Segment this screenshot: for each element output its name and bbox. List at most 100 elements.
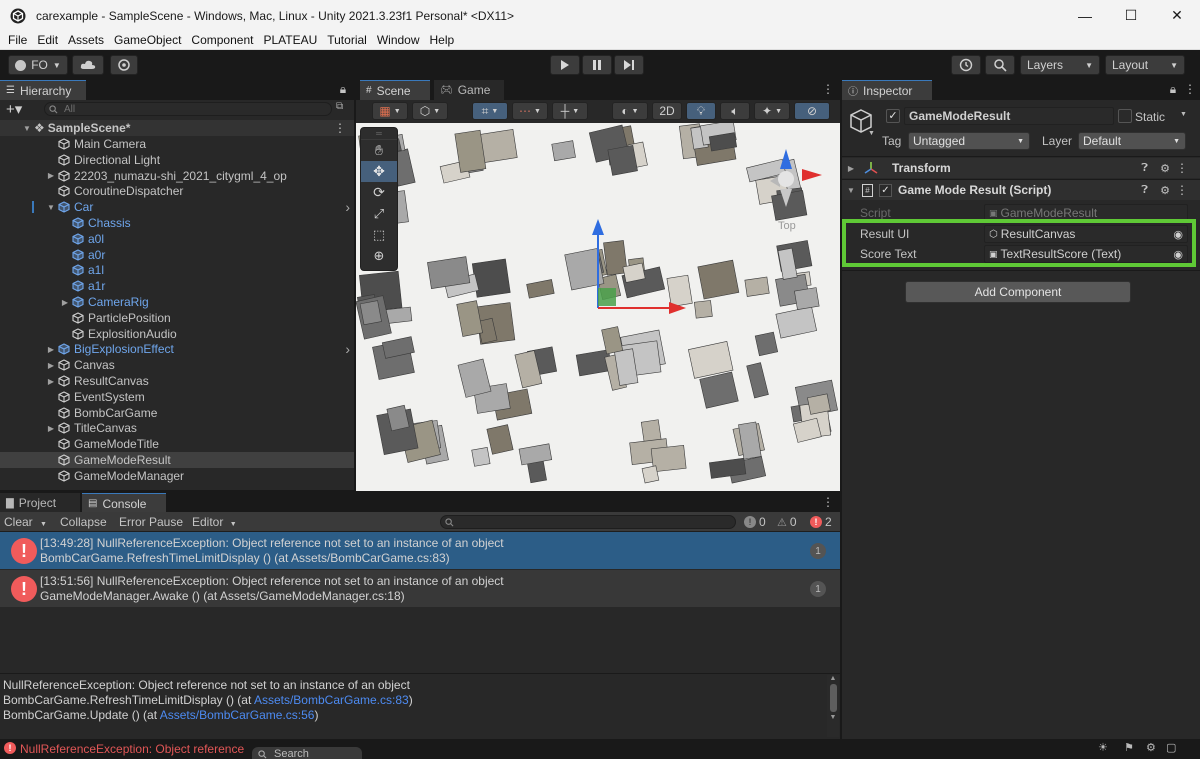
collab-button[interactable]	[110, 55, 138, 75]
info-filter-toggle[interactable]: ! 0	[744, 515, 766, 529]
render-mode-dropdown[interactable]: ◐ ▼	[612, 102, 648, 120]
score-text-field[interactable]: ▣ TextResultScore (Text) ◉	[984, 245, 1188, 263]
more-icon[interactable]: ⋮	[822, 82, 834, 96]
more-icon[interactable]: ⋮	[334, 121, 346, 135]
hierarchy-item[interactable]: GameModeResult	[0, 452, 354, 468]
warning-filter-toggle[interactable]: ⚠ 0	[777, 515, 797, 529]
clear-button[interactable]: Clear ▼	[4, 515, 47, 529]
fold-open-icon[interactable]: ▼	[46, 203, 56, 212]
tab-hierarchy[interactable]: ☰ Hierarchy	[0, 80, 86, 100]
hierarchy-item[interactable]: BombCarGame	[0, 405, 354, 421]
transform-header[interactable]: ▶ Transform ❓︎ ⚙︎ ⋮	[842, 158, 1200, 178]
menu-help[interactable]: Help	[430, 33, 455, 47]
status-message[interactable]: NullReferenceException: Object reference	[20, 742, 244, 756]
hierarchy-item[interactable]: EventSystem	[0, 389, 354, 405]
audio-toggle[interactable]: 🔈︎	[720, 102, 750, 120]
hierarchy-item[interactable]: ▼ Car ›	[0, 199, 354, 215]
fold-closed-icon[interactable]: ▶	[46, 345, 56, 354]
more-icon[interactable]: ⋮	[1184, 82, 1196, 96]
search-button[interactable]	[985, 55, 1015, 75]
menu-gameobject[interactable]: GameObject	[114, 33, 181, 47]
fold-closed-icon[interactable]: ▶	[46, 361, 56, 370]
help-icon[interactable]: ❓︎	[1141, 184, 1148, 197]
hierarchy-item[interactable]: ▶ CameraRig	[0, 294, 354, 310]
move-tool-icon[interactable]: ✥	[361, 161, 397, 182]
hierarchy-search-input[interactable]: All	[44, 102, 332, 116]
menu-plateau[interactable]: PLATEAU	[263, 33, 317, 47]
rotate-tool-icon[interactable]: ⟳	[361, 182, 397, 203]
fold-closed-icon[interactable]: ▶	[46, 377, 56, 386]
component-enabled-checkbox[interactable]: ✓	[879, 183, 892, 197]
add-button[interactable]: +▾	[6, 100, 22, 118]
hierarchy-item[interactable]: Directional Light	[0, 152, 354, 168]
menu-file[interactable]: File	[8, 33, 27, 47]
hierarchy-item[interactable]: ▶ TitleCanvas	[0, 420, 354, 436]
hierarchy-item[interactable]: a0l	[0, 231, 354, 247]
hierarchy-scene-root[interactable]: ▼ ❖ SampleScene* ⋮	[0, 120, 354, 136]
component-header[interactable]: ▼ # ✓ Game Mode Result (Script) ❓︎ ⚙︎ ⋮	[842, 180, 1200, 200]
tab-game[interactable]: 🎮︎ Game	[434, 80, 504, 100]
console-entry[interactable]: ! [13:49:28] NullReferenceException: Obj…	[0, 532, 840, 569]
fold-closed-icon[interactable]: ▶	[46, 424, 56, 433]
tab-scene[interactable]: # Scene	[360, 80, 430, 100]
detail-scrollbar[interactable]: ▲ ▼	[827, 675, 839, 737]
history-button[interactable]	[951, 55, 981, 75]
status-search[interactable]: Search	[252, 747, 362, 759]
object-name-field[interactable]: GameModeResult	[904, 107, 1114, 125]
menu-edit[interactable]: Edit	[37, 33, 58, 47]
more-icon[interactable]: ⋮	[1176, 161, 1188, 175]
hierarchy-item[interactable]: ▶ Canvas	[0, 357, 354, 373]
fold-closed-icon[interactable]: ▶	[60, 298, 70, 307]
inspector-lock-icon[interactable]: 🔒︎	[1168, 82, 1178, 97]
tab-inspector[interactable]: ⓘ Inspector	[842, 80, 932, 100]
preset-icon[interactable]: ⚙︎	[1160, 162, 1170, 175]
shading-dropdown[interactable]: ⬡ ▼	[412, 102, 448, 120]
error-filter-toggle[interactable]: ! 2	[810, 515, 832, 529]
layer-dropdown[interactable]: Default ▼	[1078, 132, 1186, 150]
hierarchy-item[interactable]: a1r	[0, 278, 354, 294]
more-icon[interactable]: ⋮	[1176, 183, 1188, 197]
chevron-down-icon[interactable]: ▼	[868, 130, 875, 137]
scroll-up-icon[interactable]: ▲	[827, 675, 839, 682]
console-entry[interactable]: ! [13:51:56] NullReferenceException: Obj…	[0, 570, 840, 607]
increment-snap-dropdown[interactable]: ┼ ▼	[552, 102, 588, 120]
hierarchy-item[interactable]: ▶ 22203_numazu-shi_2021_citygml_4_op	[0, 168, 354, 184]
chevron-down-icon[interactable]: ▼	[1180, 111, 1187, 118]
hierarchy-item[interactable]: CoroutineDispatcher	[0, 183, 354, 199]
source-link[interactable]: Assets/BombCarGame.cs:56	[160, 708, 315, 722]
tag-dropdown[interactable]: Untagged ▼	[908, 132, 1030, 150]
help-icon[interactable]: ❓︎	[1141, 162, 1148, 175]
orientation-gizmo[interactable]: Top	[764, 145, 828, 233]
hierarchy-item[interactable]: GameModeTitle	[0, 436, 354, 452]
static-checkbox[interactable]	[1118, 109, 1132, 123]
draw-mode-dropdown[interactable]: ▦ ▼	[372, 102, 408, 120]
scale-tool-icon[interactable]: ⤢	[361, 203, 397, 224]
close-button[interactable]: ✕	[1154, 0, 1200, 31]
add-component-button[interactable]: Add Component	[905, 281, 1131, 303]
hierarchy-item[interactable]: ▶ ResultCanvas	[0, 373, 354, 389]
tab-project[interactable]: ▇ Project	[0, 493, 80, 513]
scene-viewport[interactable]: ═ ✋︎ ✥ ⟳ ⤢ ⬚ ⊕ Top	[356, 123, 840, 491]
transform-tool-icon[interactable]: ⊕	[361, 245, 397, 266]
more-icon[interactable]: ⋮	[822, 495, 834, 509]
grid-dropdown[interactable]: ⋯ ▼	[512, 102, 548, 120]
cloud-button[interactable]	[72, 55, 104, 75]
hierarchy-item[interactable]: a0r	[0, 247, 354, 263]
scene-visibility-icon[interactable]: ⧉	[336, 101, 343, 112]
grid-snap-dropdown[interactable]: ⌗ ▼	[472, 102, 508, 120]
layout-dropdown[interactable]: Layout ▼	[1105, 55, 1185, 75]
drag-handle[interactable]: ═	[361, 128, 397, 140]
menu-component[interactable]: Component	[191, 33, 253, 47]
lighting-toggle[interactable]: 💡︎	[686, 102, 716, 120]
result-ui-field[interactable]: ⬡ ResultCanvas ◉	[984, 225, 1188, 243]
menu-assets[interactable]: Assets	[68, 33, 104, 47]
menu-tutorial[interactable]: Tutorial	[327, 33, 367, 47]
maximize-button[interactable]: ☐	[1108, 0, 1154, 31]
fold-closed-icon[interactable]: ▶	[46, 171, 56, 180]
hierarchy-item[interactable]: GameModeManager	[0, 468, 354, 484]
object-picker-icon[interactable]: ◉	[1173, 228, 1183, 241]
hierarchy-item[interactable]: ParticlePosition	[0, 310, 354, 326]
hand-tool-icon[interactable]: ✋︎	[361, 140, 397, 161]
chevron-right-icon[interactable]: ›	[345, 199, 350, 215]
preset-icon[interactable]: ⚙︎	[1160, 184, 1170, 197]
